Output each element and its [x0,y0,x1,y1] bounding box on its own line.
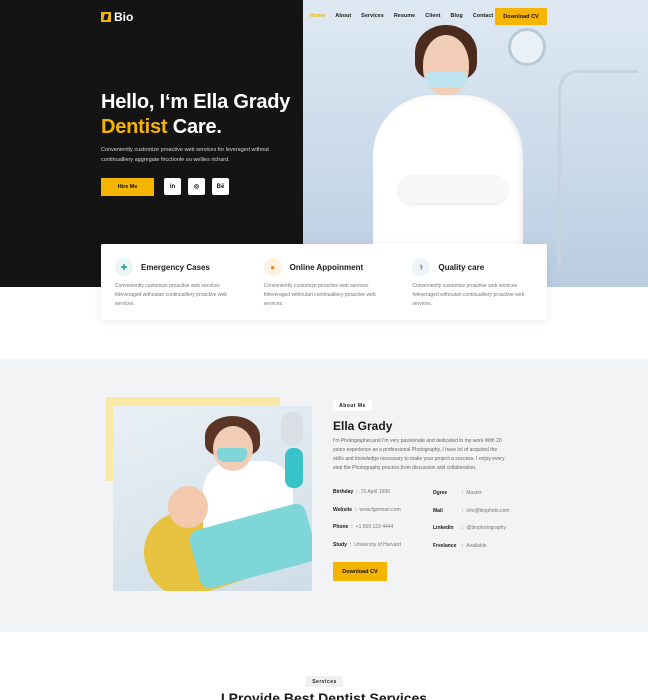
instagram-icon[interactable]: ◎ [188,178,205,195]
info-separator: : [462,490,464,496]
hero-heading-line1: Hello, I‘m Ella Grady [101,91,291,113]
nav-about[interactable]: About [335,13,351,19]
first-aid-kit-icon: ✚ [115,258,133,276]
info-separator: : [356,489,358,495]
info-value: Available [466,543,487,549]
services-title: I Provide Best Dentist Services [220,690,428,700]
nav-home[interactable]: Home [310,13,325,19]
hero-heading: Hello, I‘m Ella Grady Dentist Care. [101,90,290,140]
logo-icon [101,12,111,22]
dentist-arms [398,175,508,203]
dentist-glove [285,448,303,488]
dentist-mask [425,72,467,88]
feature-text: Conveniently customize proactive web ser… [412,283,525,307]
services-badge: Services [306,676,343,687]
info-key: Linkedin [433,525,454,531]
info-website: Website: www.fgorman.com [333,507,401,513]
hero-heading-rest: Care. [167,116,222,138]
info-key: Website [333,507,353,513]
about-download-cv-button[interactable]: Download CV [333,562,387,581]
nav-client[interactable]: Client [425,13,440,19]
info-mail: Mail: info@biophoto.com [433,508,510,514]
info-separator: : [462,525,464,531]
nav-blog[interactable]: Blog [451,13,463,19]
info-value: Univercity of Harvard [354,542,401,548]
info-degree: Dgree: Master [433,490,482,496]
about-description: I'm Photographer,and I'm very passionate… [333,438,505,471]
about-name: Ella Grady [333,419,393,433]
linkedin-icon[interactable]: in [164,178,181,195]
info-separator: : [351,524,353,530]
hero-heading-accent: Dentist [101,116,168,138]
feature-quality: ⚕ Quality care Conveniently customize pr… [398,244,547,320]
info-key: Dgree [433,490,448,496]
main-nav: Home About Services Resume Client Blog C… [310,13,503,19]
feature-text: Conveniently customize proactive web ser… [115,283,228,307]
dental-tool [281,412,303,446]
nav-services[interactable]: Services [361,13,384,19]
info-value[interactable]: @biophotography [466,525,506,531]
info-linkedin: Linkedin: @biophotography [433,525,506,531]
behance-icon[interactable]: Bē [212,178,229,195]
info-value: Master [466,490,482,496]
info-key: Phone [333,524,349,530]
info-key: Mail [433,508,443,514]
info-separator: : [349,542,352,548]
info-phone: Phone: +1 650 123 4444 [333,524,393,530]
download-cv-button[interactable]: Download CV [495,8,547,25]
info-separator: : [462,543,464,549]
nav-resume[interactable]: Resume [394,13,415,19]
child-face [168,486,208,528]
info-birthday: Birthday:15 April 1990 [333,489,390,495]
about-photo-dentist-child [113,406,312,591]
info-freelance: Freelance: Available [433,543,487,549]
dentist-avatar-icon: ● [263,258,282,276]
hire-me-button[interactable]: Hire Me [101,178,154,196]
feature-title: Quality care [438,263,485,272]
about-section: About Me Ella Grady I'm Photographer,and… [0,359,648,632]
feature-appointment: ● Online Appoinment Conveniently customi… [250,244,399,320]
logo[interactable]: Bio [101,10,133,24]
dentist-mask [217,448,247,462]
info-key: Study [333,542,347,548]
dental-chair-icon: ⚕ [412,258,431,276]
info-value: +1 650 123 4444 [355,524,394,530]
hero-heading-line2: Dentist Care. [101,115,290,140]
feature-title: Emergency Cases [141,263,210,272]
hero-paragraph: Conveniently customize proactive web ser… [101,147,269,163]
nav-contact[interactable]: Contact [473,13,493,19]
info-separator: : [355,507,357,513]
info-value[interactable]: www.fgorman.com [359,507,400,513]
feature-text: Conveniently customize proactive web ser… [263,283,376,307]
feature-title: Online Appoinment [289,263,364,272]
dental-lamp [508,28,546,66]
features-card: ✚ Emergency Cases Conveniently customize… [101,244,547,320]
logo-text: Bio [114,10,134,24]
info-separator: : [462,508,464,514]
info-study: Study: Univercity of Harvard [333,542,401,548]
info-value[interactable]: info@biophoto.com [466,508,509,514]
about-badge: About Me [333,400,372,411]
dental-equipment [558,70,638,270]
info-key: Freelance [433,543,457,549]
feature-emergency: ✚ Emergency Cases Conveniently customize… [101,244,250,320]
info-key: Birthday [333,489,354,495]
info-value: 15 April 1990 [360,489,390,495]
